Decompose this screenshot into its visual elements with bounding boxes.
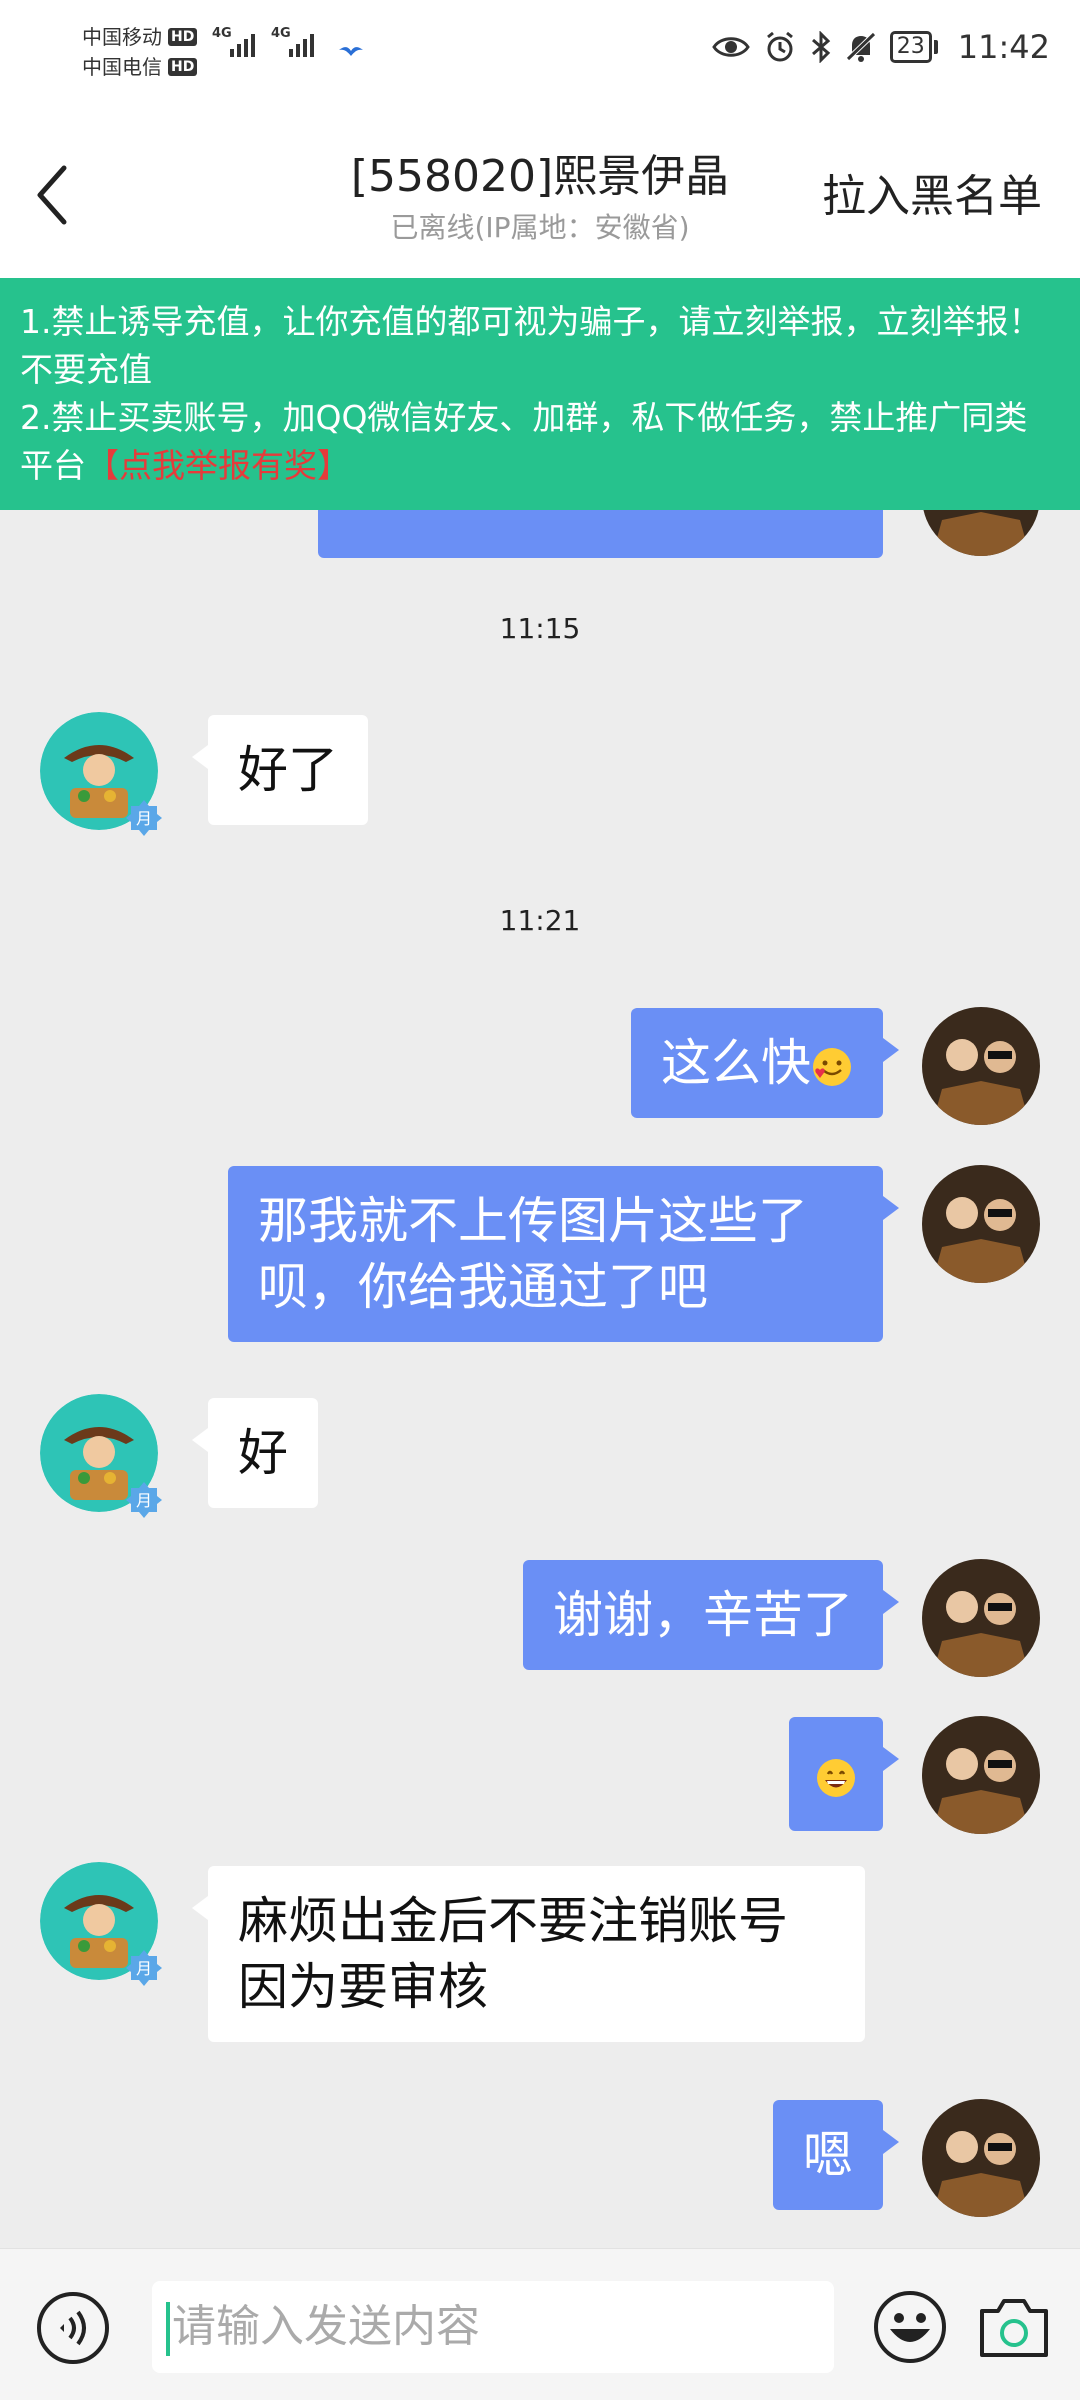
user-avatar[interactable]	[922, 1165, 1040, 1283]
grinning-face-emoji-icon	[817, 1758, 855, 1797]
status-time: 11:42	[957, 28, 1050, 66]
message-bubble-sent[interactable]	[789, 1717, 899, 1831]
notice-line-1: 1.禁止诱导充值，让你充值的都可视为骗子，请立刻举报，立刻举报！不要充值	[20, 302, 1042, 389]
message-list[interactable]: 11:15 月 好了 11:21 这么快 那我就不上传图片这些了呗，你给我通过了…	[0, 510, 1080, 2248]
message-bubble-received[interactable]: 好	[192, 1398, 318, 1508]
user-avatar[interactable]	[922, 2099, 1040, 2217]
signal-icon: 4G	[212, 26, 255, 57]
message-bubble-sent[interactable]: 那我就不上传图片这些了呗，你给我通过了吧	[228, 1166, 899, 1342]
smiling-face-with-hearts-emoji-icon	[813, 1047, 851, 1086]
hd-badge: HD	[168, 28, 198, 46]
battery-icon: 23	[889, 31, 938, 63]
svg-text:月: 月	[136, 1959, 152, 1978]
signal-icon: 4G	[271, 26, 314, 57]
message-bubble-received[interactable]: 好了	[192, 715, 368, 825]
svg-text:月: 月	[136, 809, 152, 828]
message-text: 这么快	[661, 1034, 811, 1092]
user-avatar[interactable]	[922, 510, 1040, 556]
user-avatar[interactable]	[922, 1559, 1040, 1677]
blacklist-button[interactable]: 拉入黑名单	[822, 160, 1042, 224]
bluetooth-icon	[811, 31, 830, 63]
message-bubble-received[interactable]: 麻烦出金后不要注销账号因为要审核	[192, 1866, 865, 2042]
timestamp: 11:21	[499, 904, 581, 937]
notice-line-2: 2.禁止买卖账号，加QQ微信好友、加群，私下做任务，禁止推广同类平台【点我举报有…	[20, 394, 1060, 490]
message-bubble-sent[interactable]: 谢谢，辛苦了	[523, 1560, 899, 1670]
message-bubble-partial	[318, 510, 883, 558]
user-avatar[interactable]	[922, 1007, 1040, 1125]
month-badge-icon: 月	[126, 800, 162, 836]
hd-badge: HD	[168, 58, 198, 76]
eye-icon	[712, 37, 750, 57]
message-bubble-sent[interactable]: 这么快	[631, 1008, 899, 1118]
user-avatar[interactable]	[922, 1716, 1040, 1834]
carrier-2: 中国电信	[82, 55, 162, 79]
timestamp: 11:15	[499, 612, 581, 645]
svg-text:月: 月	[136, 1491, 152, 1510]
month-badge-icon: 月	[126, 1950, 162, 1986]
mute-bell-icon	[846, 32, 876, 62]
emoji-icon[interactable]	[872, 2289, 948, 2365]
message-bubble-sent[interactable]: 嗯	[773, 2100, 899, 2210]
signal-indicators: 4G 4G	[212, 26, 314, 57]
voice-icon[interactable]	[36, 2291, 110, 2365]
message-input[interactable]: 请输入发送内容	[152, 2281, 834, 2373]
alarm-icon	[766, 31, 793, 62]
input-bar: 请输入发送内容	[0, 2248, 1080, 2400]
app-notification-icon	[339, 47, 363, 56]
carrier-info: 中国移动 HD 中国电信 HD	[82, 22, 198, 82]
network-type-label: 4G	[212, 26, 232, 41]
chat-header: [558020]熙景伊晶 已离线(IP属地：安徽省) 拉入黑名单	[0, 110, 1080, 278]
camera-icon[interactable]	[976, 2293, 1052, 2361]
carrier-1: 中国移动	[82, 25, 162, 49]
report-link[interactable]: 【点我举报有奖】	[86, 446, 350, 485]
month-badge-icon: 月	[126, 1482, 162, 1518]
input-placeholder: 请输入发送内容	[172, 2301, 480, 2352]
network-type-label: 4G	[271, 26, 291, 41]
warning-notice: 1.禁止诱导充值，让你充值的都可视为骗子，请立刻举报，立刻举报！不要充值 2.禁…	[0, 278, 1080, 510]
status-bar: 中国移动 HD 中国电信 HD 4G 4G 23 11:42	[0, 0, 1080, 110]
battery-level: 23	[889, 31, 932, 63]
text-cursor	[166, 2302, 170, 2356]
system-icons: 23 11:42	[712, 28, 1050, 66]
